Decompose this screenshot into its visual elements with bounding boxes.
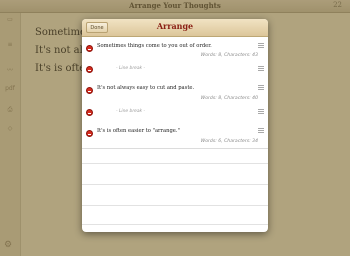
delete-icon[interactable]	[86, 66, 93, 73]
item-text: Sometimes things come to you out of orde…	[97, 43, 212, 49]
line-break-label: - Line break -	[116, 109, 146, 114]
item-text: It's not always easy to cut and paste.	[97, 85, 195, 91]
reorder-handle-icon[interactable]	[258, 85, 264, 90]
arrange-popover: Done Arrange Sometimes things come to yo…	[82, 19, 268, 232]
item-text: It's is often easier to "arrange."	[97, 128, 180, 134]
popover-header: Done Arrange	[82, 19, 268, 37]
list-item[interactable]: - Line break -	[82, 61, 268, 79]
list-item[interactable]: It's is often easier to "arrange." Words…	[82, 122, 268, 149]
reorder-handle-icon[interactable]	[258, 66, 264, 71]
line-break-label: - Line break -	[116, 66, 146, 71]
delete-icon[interactable]	[86, 130, 93, 137]
reorder-handle-icon[interactable]	[258, 109, 264, 114]
delete-icon[interactable]	[86, 45, 93, 52]
reorder-handle-icon[interactable]	[258, 43, 264, 48]
item-stats: Words: 8, Characters: 40	[200, 96, 258, 101]
delete-icon[interactable]	[86, 109, 93, 116]
empty-row-divider	[82, 224, 268, 225]
list-item[interactable]: - Line break -	[82, 104, 268, 123]
empty-row-divider	[82, 163, 268, 164]
list-item[interactable]: It's not always easy to cut and paste. W…	[82, 78, 268, 105]
reorder-handle-icon[interactable]	[258, 128, 264, 133]
popover-title: Arrange	[156, 21, 194, 31]
delete-icon[interactable]	[86, 87, 93, 94]
item-stats: Words: 8, Characters: 43	[200, 53, 258, 58]
empty-row-divider	[82, 184, 268, 185]
empty-row-divider	[82, 205, 268, 206]
list-item[interactable]: Sometimes things come to you out of orde…	[82, 37, 268, 62]
item-stats: Words: 6, Characters: 34	[200, 139, 258, 144]
